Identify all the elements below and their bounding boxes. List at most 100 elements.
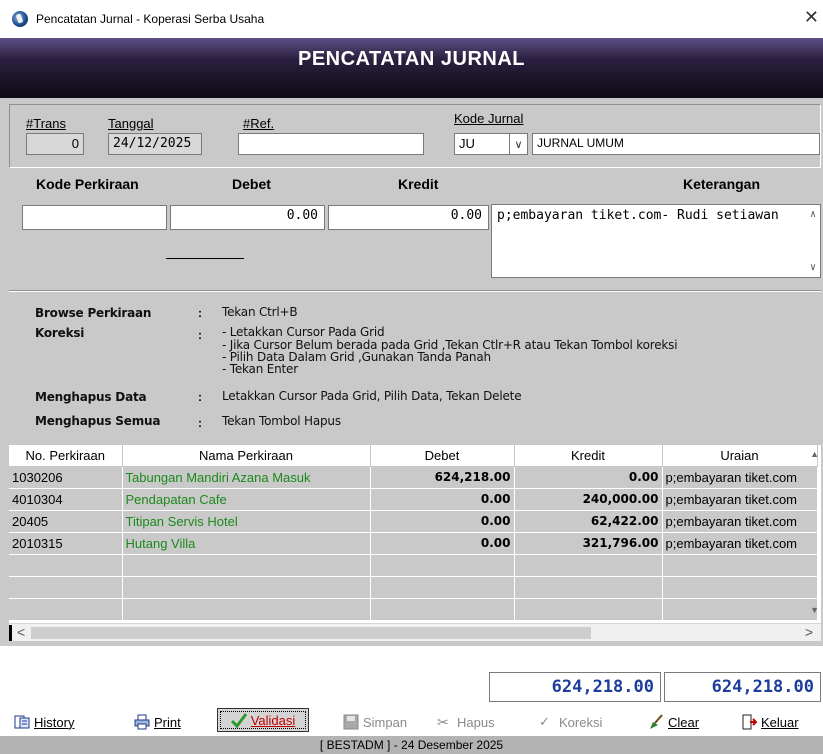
help-hapus-semua-text: Tekan Tombol Hapus: [222, 414, 341, 428]
grid-col-uraian[interactable]: Uraian: [662, 445, 818, 467]
total-debet: 624,218.00: [489, 672, 661, 702]
print-icon: [134, 714, 150, 730]
keterangan-textarea[interactable]: p;embayaran tiket.com- Rudi setiawan ∧ ∨: [491, 204, 821, 278]
col-debet: Debet: [232, 176, 271, 192]
journal-grid[interactable]: No. Perkiraan Nama Perkiraan Debet Kredi…: [9, 445, 821, 623]
cell-kredit[interactable]: 321,796.00: [514, 532, 663, 555]
help-koreksi-label: Koreksi: [35, 326, 85, 340]
save-icon: [343, 714, 359, 730]
text-caret: [9, 625, 12, 641]
window-title: Pencatatan Jurnal - Koperasi Serba Usaha: [36, 12, 265, 26]
cell-no[interactable]: 20405: [9, 510, 123, 533]
cell-debet[interactable]: 624,218.00: [370, 466, 515, 489]
koreksi-button[interactable]: ✓ Koreksi: [539, 714, 602, 730]
cell-nama[interactable]: Titipan Servis Hotel: [122, 510, 371, 533]
grid-col-nama[interactable]: Nama Perkiraan: [122, 445, 371, 467]
grid-scroll-up-icon[interactable]: ▲: [810, 449, 819, 459]
ref-input[interactable]: [238, 133, 424, 155]
print-button[interactable]: Print: [134, 714, 181, 730]
grid-col-kredit[interactable]: Kredit: [514, 445, 663, 467]
grid-col-debet[interactable]: Debet: [370, 445, 515, 467]
table-row[interactable]: 1030206 Tabungan Mandiri Azana Masuk 624…: [9, 466, 818, 489]
cell-kredit[interactable]: 0.00: [514, 466, 663, 489]
dropdown-arrow-icon[interactable]: ∨: [510, 133, 528, 155]
help-divider: [9, 290, 821, 292]
keterangan-text: p;embayaran tiket.com- Rudi setiawan: [497, 208, 779, 223]
cell-uraian[interactable]: p;embayaran tiket.com: [662, 532, 818, 555]
table-row[interactable]: 4010304 Pendapatan Cafe 0.00 240,000.00 …: [9, 488, 818, 511]
scroll-up-icon[interactable]: ∧: [810, 209, 816, 220]
debet-input[interactable]: 0.00: [170, 205, 325, 230]
cell-uraian[interactable]: p;embayaran tiket.com: [662, 466, 818, 489]
title-bar: Pencatatan Jurnal - Koperasi Serba Usaha…: [0, 0, 823, 38]
scroll-down-icon[interactable]: ∨: [810, 262, 816, 273]
close-icon[interactable]: ✕: [804, 8, 819, 26]
cell-uraian[interactable]: p;embayaran tiket.com: [662, 510, 818, 533]
table-row-empty[interactable]: [9, 554, 818, 577]
help-colon: :: [198, 416, 202, 430]
ref-label: #Ref.: [243, 116, 275, 131]
table-row-empty[interactable]: [9, 576, 818, 599]
clear-label: Clear: [668, 714, 700, 730]
scroll-thumb[interactable]: [31, 627, 591, 639]
kode-perkiraan-input[interactable]: [22, 205, 167, 230]
help-hapus-label: Menghapus Data: [35, 390, 147, 404]
check-icon: [230, 713, 247, 728]
cell-debet[interactable]: 0.00: [370, 488, 515, 511]
help-colon: :: [198, 306, 202, 320]
cell-nama[interactable]: Hutang Villa: [122, 532, 371, 555]
grid-header-row: No. Perkiraan Nama Perkiraan Debet Kredi…: [9, 445, 818, 467]
keterangan-scrollbar[interactable]: ∧ ∨: [802, 205, 820, 277]
scissors-icon: ✂: [437, 714, 449, 730]
cell-debet[interactable]: 0.00: [370, 510, 515, 533]
cell-kredit[interactable]: 62,422.00: [514, 510, 663, 533]
cell-no[interactable]: 4010304: [9, 488, 123, 511]
grid-horizontal-scrollbar[interactable]: < >: [9, 623, 821, 641]
scroll-right-icon[interactable]: >: [805, 624, 813, 640]
divider-line: [166, 258, 244, 259]
app-globe-icon: [12, 11, 28, 27]
help-koreksi-line-1: - Letakkan Cursor Pada Grid: [222, 325, 385, 339]
simpan-button[interactable]: Simpan: [343, 714, 407, 730]
total-kredit: 624,218.00: [664, 672, 821, 702]
kode-jurnal-label: Kode Jurnal: [454, 111, 524, 126]
validasi-label: Validasi: [250, 712, 296, 728]
help-colon: :: [198, 390, 202, 404]
history-label: History: [34, 714, 75, 730]
koreksi-label: Koreksi: [559, 714, 603, 730]
grid-col-no[interactable]: No. Perkiraan: [9, 445, 123, 467]
validasi-button[interactable]: Validasi: [217, 708, 309, 732]
tanggal-label: Tanggal: [108, 116, 154, 131]
grid-scroll-down-icon[interactable]: ▼: [810, 605, 819, 615]
cell-kredit[interactable]: 240,000.00: [514, 488, 663, 511]
trans-label: #Trans: [26, 116, 66, 131]
spellcheck-icon: ✓: [539, 714, 550, 729]
simpan-label: Simpan: [363, 714, 408, 730]
hapus-label: Hapus: [457, 714, 495, 730]
tanggal-field[interactable]: 24/12/2025: [108, 133, 202, 155]
table-row[interactable]: 2010315 Hutang Villa 0.00 321,796.00 p;e…: [9, 532, 818, 555]
history-icon: [14, 715, 30, 729]
table-row[interactable]: 20405 Titipan Servis Hotel 0.00 62,422.0…: [9, 510, 818, 533]
page-title: PENCATATAN JURNAL: [297, 48, 525, 70]
keluar-button[interactable]: Keluar: [741, 714, 799, 730]
print-label: Print: [154, 714, 181, 730]
kode-jurnal-select[interactable]: JU: [454, 133, 510, 155]
col-keterangan: Keterangan: [683, 176, 761, 192]
cell-nama[interactable]: Tabungan Mandiri Azana Masuk: [122, 466, 371, 489]
cell-uraian[interactable]: p;embayaran tiket.com: [662, 488, 818, 511]
help-colon: :: [198, 328, 202, 342]
kredit-input[interactable]: 0.00: [328, 205, 489, 230]
broom-icon: [650, 714, 663, 729]
cell-no[interactable]: 2010315: [9, 532, 123, 555]
hapus-button[interactable]: ✂ Hapus: [437, 714, 495, 730]
help-hapus-text: Letakkan Cursor Pada Grid, Pilih Data, T…: [222, 389, 522, 403]
cell-debet[interactable]: 0.00: [370, 532, 515, 555]
scroll-left-icon[interactable]: <: [17, 624, 25, 640]
keluar-label: Keluar: [761, 714, 799, 730]
cell-no[interactable]: 1030206: [9, 466, 123, 489]
history-button[interactable]: History: [14, 714, 74, 730]
cell-nama[interactable]: Pendapatan Cafe: [122, 488, 371, 511]
clear-button[interactable]: Clear: [648, 714, 699, 730]
table-row-empty[interactable]: [9, 598, 818, 621]
